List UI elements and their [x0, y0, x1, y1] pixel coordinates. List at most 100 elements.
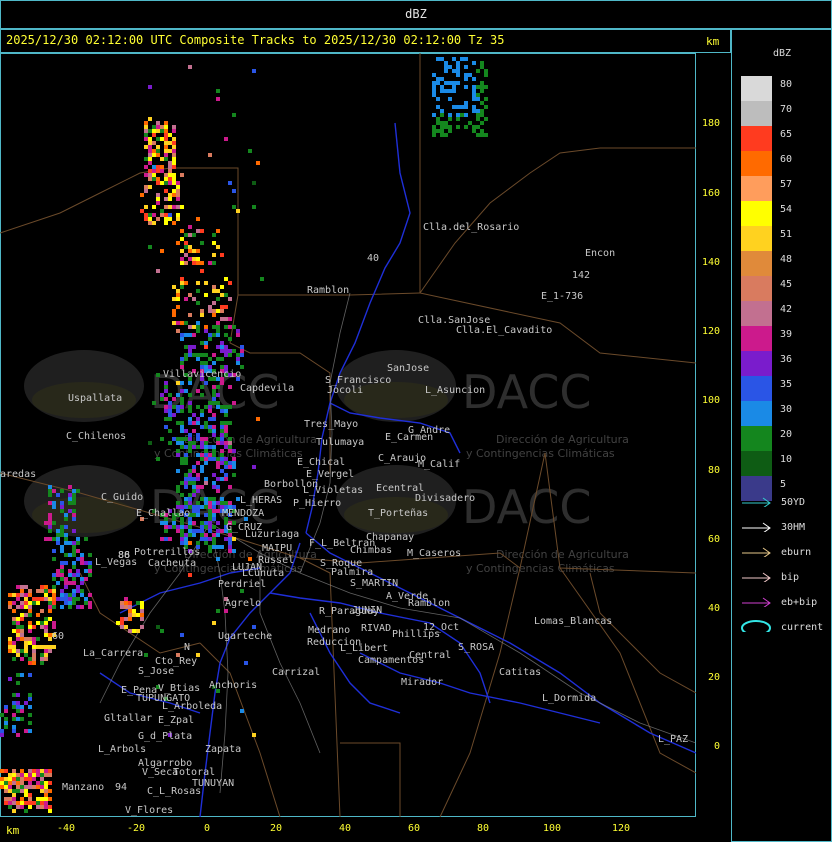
- radar-echo-cell: [208, 529, 212, 533]
- radar-echo-cell: [52, 557, 56, 561]
- legend-level-label: 20: [780, 429, 793, 440]
- radar-echo-cell: [176, 289, 180, 293]
- radar-echo-cell: [52, 589, 56, 593]
- radar-echo-cell: [44, 629, 48, 633]
- radar-echo-cell: [152, 141, 156, 145]
- radar-echo-cell: [132, 613, 136, 617]
- radar-echo-cell: [192, 481, 196, 485]
- radar-echo-cell: [140, 617, 144, 621]
- radar-echo-cell: [200, 529, 204, 533]
- radar-echo-cell: [188, 245, 192, 249]
- radar-echo-cell: [172, 413, 176, 417]
- radar-echo-cell: [80, 577, 84, 581]
- radar-echo-cell: [164, 121, 168, 125]
- radar-echo-cell: [196, 229, 200, 233]
- radar-echo-cell: [20, 773, 24, 777]
- radar-echo-cell: [252, 625, 256, 629]
- legend-swatch: [741, 226, 772, 251]
- radar-echo-cell: [72, 493, 76, 497]
- radar-echo-cell: [188, 525, 192, 529]
- radar-echo-cell: [184, 477, 188, 481]
- radar-echo-cell: [480, 129, 484, 133]
- radar-map[interactable]: DACCDirección de Agriculturay Contingenc…: [0, 53, 696, 817]
- radar-echo-cell: [4, 721, 8, 725]
- radar-echo-cell: [188, 497, 192, 501]
- radar-echo-cell: [216, 545, 220, 549]
- radar-echo-cell: [192, 485, 196, 489]
- radar-echo-cell: [156, 145, 160, 149]
- radar-echo-cell: [60, 545, 64, 549]
- radar-echo-cell: [216, 297, 220, 301]
- radar-echo-cell: [188, 573, 192, 577]
- radar-echo-cell: [48, 605, 52, 609]
- radar-echo-cell: [476, 97, 480, 101]
- radar-echo-cell: [36, 597, 40, 601]
- radar-echo-cell: [80, 561, 84, 565]
- radar-echo-cell: [204, 521, 208, 525]
- radar-echo-cell: [192, 445, 196, 449]
- radar-echo-cell: [216, 89, 220, 93]
- legend-swatch: [741, 126, 772, 151]
- radar-echo-cell: [212, 537, 216, 541]
- radar-echo-cell: [168, 417, 172, 421]
- radar-echo-cell: [204, 457, 208, 461]
- radar-echo-cell: [452, 81, 456, 85]
- radar-echo-cell: [164, 417, 168, 421]
- radar-echo-cell: [64, 593, 68, 597]
- legend-swatch: [741, 176, 772, 201]
- radar-echo-cell: [196, 437, 200, 441]
- radar-echo-cell: [28, 697, 32, 701]
- radar-echo-cell: [68, 593, 72, 597]
- radar-echo-cell: [236, 353, 240, 357]
- radar-echo-cell: [232, 449, 236, 453]
- place-label: L_PAZ: [658, 734, 688, 745]
- place-label: Agrelo: [225, 598, 261, 609]
- radar-echo-cell: [180, 333, 184, 337]
- radar-echo-cell: [232, 189, 236, 193]
- radar-echo-cell: [12, 725, 16, 729]
- legend-swatch: [741, 426, 772, 451]
- radar-echo-cell: [224, 441, 228, 445]
- radar-echo-cell: [68, 541, 72, 545]
- radar-echo-cell: [60, 573, 64, 577]
- radar-echo-cell: [164, 537, 168, 541]
- radar-echo-cell: [28, 721, 32, 725]
- radar-echo-cell: [216, 501, 220, 505]
- radar-echo-cell: [140, 625, 144, 629]
- radar-echo-cell: [12, 809, 16, 813]
- radar-echo-cell: [8, 649, 12, 653]
- x-tick-label: 60: [407, 823, 421, 834]
- radar-echo-cell: [140, 209, 144, 213]
- radar-echo-cell: [12, 729, 16, 733]
- radar-echo-cell: [152, 129, 156, 133]
- x-tick-label: 120: [611, 823, 631, 834]
- radar-echo-cell: [76, 549, 80, 553]
- radar-echo-cell: [32, 657, 36, 661]
- radar-echo-cell: [16, 649, 20, 653]
- radar-echo-cell: [212, 309, 216, 313]
- radar-echo-cell: [72, 593, 76, 597]
- radar-echo-cell: [180, 361, 184, 365]
- radar-echo-cell: [192, 413, 196, 417]
- radar-echo-cell: [176, 205, 180, 209]
- radar-echo-cell: [220, 437, 224, 441]
- radar-echo-cell: [188, 417, 192, 421]
- radar-echo-cell: [204, 449, 208, 453]
- radar-echo-cell: [168, 401, 172, 405]
- place-label: C_L_Rosas: [147, 786, 201, 797]
- radar-echo-cell: [196, 501, 200, 505]
- radar-echo-cell: [156, 373, 160, 377]
- radar-echo-cell: [44, 649, 48, 653]
- radar-echo-cell: [68, 597, 72, 601]
- radar-echo-cell: [4, 717, 8, 721]
- radar-echo-cell: [216, 97, 220, 101]
- radar-echo-cell: [64, 513, 68, 517]
- radar-echo-cell: [252, 69, 256, 73]
- radar-echo-cell: [132, 629, 136, 633]
- radar-echo-cell: [8, 645, 12, 649]
- place-label: Zapata: [205, 744, 241, 755]
- radar-echo-cell: [164, 149, 168, 153]
- radar-echo-cell: [0, 785, 4, 789]
- radar-echo-cell: [76, 537, 80, 541]
- radar-echo-cell: [48, 493, 52, 497]
